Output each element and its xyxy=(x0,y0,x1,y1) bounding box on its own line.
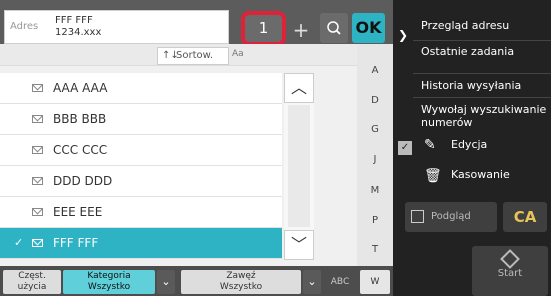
address-label: Adres xyxy=(10,21,39,32)
address-field[interactable]: Adres FFF FFF 1234.xxx xyxy=(4,10,229,44)
sort-label: Sortow. xyxy=(176,50,214,61)
narrow-dropdown-icon[interactable]: ⌄ xyxy=(303,270,321,294)
plus-icon[interactable]: + xyxy=(289,16,313,44)
envelope-icon xyxy=(32,146,43,154)
address-value-line2: 1234.xxx xyxy=(55,27,102,38)
preview-icon xyxy=(411,210,424,223)
divider xyxy=(413,73,551,74)
list-item[interactable]: AAA AAA xyxy=(0,73,282,104)
scroll-down-button[interactable]: ﹀ xyxy=(284,230,314,260)
list-item-label: FFF FFF xyxy=(53,236,99,250)
sort-button[interactable]: ↑↓ Sortow. xyxy=(157,47,229,65)
send-history-item[interactable]: Historia wysyłania xyxy=(421,79,521,92)
global-search-item[interactable]: Wywołaj wyszukiwanie numerów xyxy=(421,103,549,129)
list-item-label: DDD DDD xyxy=(53,174,113,188)
address-value: FFF FFF 1234.xxx xyxy=(55,15,101,39)
search-icon xyxy=(327,21,341,35)
list-item[interactable]: CCC CCC xyxy=(0,135,282,166)
sort-bar: ↑↓ Sortow. Aa xyxy=(0,44,357,66)
frequent-use-button[interactable]: Częst. użycia xyxy=(3,270,61,294)
alpha-index-j[interactable]: J xyxy=(357,154,393,165)
root: Adres FFF FFF 1234.xxx 1 + OK ↑↓ Sortow.… xyxy=(0,0,551,296)
alpha-index-p[interactable]: P xyxy=(357,215,393,226)
envelope-icon xyxy=(32,115,43,123)
edit-icon: ✎ xyxy=(424,137,436,153)
address-count-button[interactable]: 1 xyxy=(241,11,286,46)
checkbox-icon[interactable]: ✓ xyxy=(398,141,412,155)
sort-icon: ↑↓ xyxy=(162,50,179,61)
scroll-track[interactable] xyxy=(288,105,310,227)
search-button[interactable] xyxy=(320,13,348,43)
envelope-icon xyxy=(32,177,43,185)
list-item-selected[interactable]: ✓ FFF FFF xyxy=(0,228,282,259)
list-item-label: CCC CCC xyxy=(53,143,108,157)
envelope-icon xyxy=(32,208,43,216)
narrow-label: Zawęź xyxy=(226,271,256,281)
list-item-label: AAA AAA xyxy=(53,81,108,95)
list-item-label: EEE EEE xyxy=(53,205,103,219)
checkmark-icon: ✓ xyxy=(14,236,24,249)
start-button[interactable]: Start xyxy=(472,246,548,296)
start-icon xyxy=(500,249,520,269)
alpha-index-w[interactable]: W xyxy=(360,270,390,294)
address-value-line1: FFF FFF xyxy=(55,15,93,26)
chevron-right-icon[interactable]: ❯ xyxy=(398,28,408,42)
envelope-icon xyxy=(32,84,43,92)
list-item[interactable]: EEE EEE xyxy=(0,197,282,228)
start-label: Start xyxy=(497,268,523,279)
bottom-bar: Częst. użycia Kategoria Wszystko ⌄ Zawęź… xyxy=(0,266,393,296)
font-size-icon[interactable]: Aa xyxy=(232,49,250,63)
alphabet-index: A D G J M P T xyxy=(357,44,393,266)
trash-icon: 🗑 xyxy=(424,168,442,184)
recent-jobs-item[interactable]: Ostatnie zadania xyxy=(421,45,541,58)
envelope-icon xyxy=(32,239,43,247)
scrollbar[interactable]: ︿ ﹀ xyxy=(284,73,314,260)
alpha-index-g[interactable]: G xyxy=(357,124,393,135)
category-value: Wszystko xyxy=(87,282,131,292)
address-review-item[interactable]: Przegląd adresu xyxy=(421,19,509,32)
divider xyxy=(413,97,551,98)
alpha-index-d[interactable]: D xyxy=(357,95,393,106)
narrow-value: Wszystko xyxy=(219,282,263,292)
address-list-area: ↑↓ Sortow. Aa AAA AAA BBB BBB CCC CCC DD… xyxy=(0,44,357,266)
alpha-index-t[interactable]: T xyxy=(357,244,393,255)
divider xyxy=(413,40,551,41)
list-item-label: BBB BBB xyxy=(53,112,107,126)
category-label: Kategoria xyxy=(87,271,131,281)
abc-button[interactable]: ABC xyxy=(325,270,355,294)
ca-button[interactable]: CA xyxy=(503,202,547,232)
category-button[interactable]: Kategoria Wszystko xyxy=(63,270,155,294)
delete-item[interactable]: Kasowanie xyxy=(451,168,510,181)
preview-label: Podgląd xyxy=(431,211,471,222)
preview-button[interactable]: Podgląd xyxy=(405,202,497,232)
scroll-up-button[interactable]: ︿ xyxy=(284,73,314,103)
list-item[interactable]: DDD DDD xyxy=(0,166,282,197)
list-item[interactable]: BBB BBB xyxy=(0,104,282,135)
top-bar: Adres FFF FFF 1234.xxx 1 + OK xyxy=(0,0,393,46)
narrow-down-button[interactable]: Zawęź Wszystko xyxy=(181,270,301,294)
edit-item[interactable]: Edycja xyxy=(451,138,487,151)
ok-button[interactable]: OK xyxy=(352,13,385,43)
alpha-index-m[interactable]: M xyxy=(357,185,393,196)
alpha-index-a[interactable]: A xyxy=(357,65,393,76)
category-dropdown-icon[interactable]: ⌄ xyxy=(157,270,175,294)
